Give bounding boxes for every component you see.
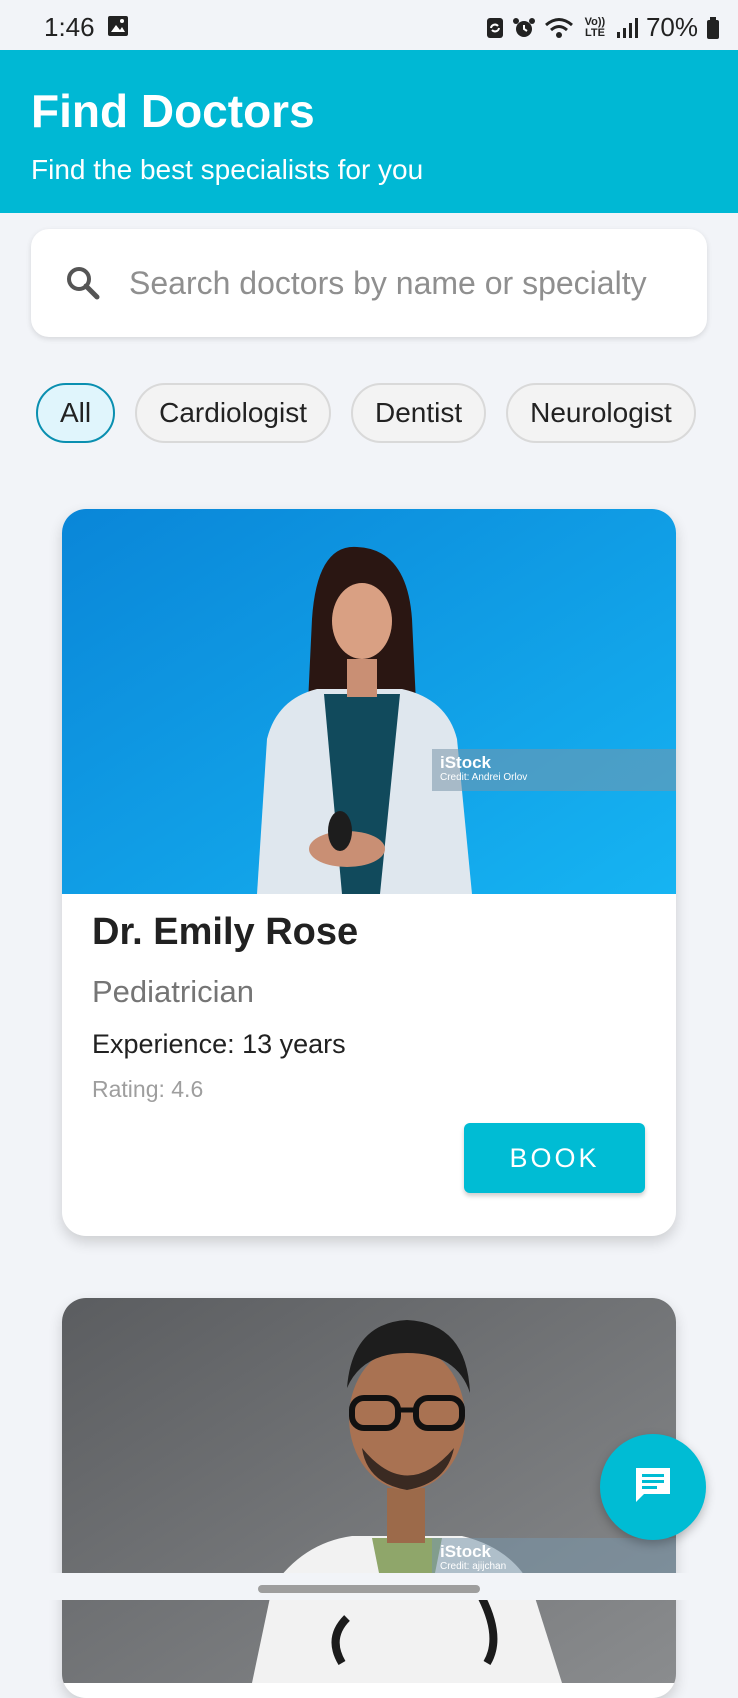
search-icon bbox=[63, 263, 103, 303]
status-bar: 1:46 Vo)) LTE 70% bbox=[0, 0, 738, 50]
alarm-icon bbox=[512, 16, 536, 40]
doctor-photo: iStock Credit: ajijchan bbox=[62, 1298, 676, 1683]
page-subtitle: Find the best specialists for you bbox=[31, 154, 424, 185]
battery-percent: 70% bbox=[645, 12, 698, 42]
chip-dentist[interactable]: Dentist bbox=[350, 383, 487, 443]
book-button[interactable]: BOOK bbox=[464, 1123, 645, 1193]
chat-button[interactable] bbox=[600, 1434, 706, 1540]
doctor-photo: iStock Credit: Andrei Orlov bbox=[62, 509, 676, 894]
status-icons: Vo)) LTE 70% bbox=[486, 12, 720, 43]
photo-watermark: iStock Credit: Andrei Orlov bbox=[432, 749, 676, 791]
status-time: 1:46 bbox=[44, 12, 95, 42]
volte-icon: Vo)) LTE bbox=[584, 15, 606, 39]
doctor-name: Dr. Emily Rose bbox=[92, 911, 359, 953]
page-title: Find Doctors bbox=[31, 85, 315, 137]
doctor-specialty: Pediatrician bbox=[92, 974, 254, 1009]
doctor-experience: Experience: 13 years bbox=[92, 1029, 346, 1059]
search-bar[interactable] bbox=[31, 229, 707, 337]
specialty-filter-chips: All Cardiologist Dentist Neurologist bbox=[36, 383, 707, 447]
signal-icon bbox=[616, 17, 638, 39]
sync-icon bbox=[486, 16, 504, 40]
chip-cardiologist[interactable]: Cardiologist bbox=[135, 383, 331, 443]
doctor-card[interactable]: iStock Credit: Andrei Orlov Dr. Emily Ro… bbox=[62, 509, 676, 1236]
chip-all[interactable]: All bbox=[36, 383, 116, 443]
doctor-card[interactable]: iStock Credit: ajijchan bbox=[62, 1298, 676, 1698]
search-input[interactable] bbox=[129, 264, 689, 302]
system-nav-bar bbox=[0, 1573, 738, 1600]
battery-icon bbox=[706, 16, 720, 40]
home-indicator[interactable] bbox=[258, 1585, 480, 1593]
wifi-icon bbox=[544, 16, 574, 40]
app-header: Find Doctors Find the best specialists f… bbox=[0, 50, 738, 213]
doctor-rating: Rating: 4.6 bbox=[92, 1076, 204, 1102]
chat-icon bbox=[632, 1464, 674, 1511]
gallery-icon bbox=[107, 15, 129, 42]
chip-neurologist[interactable]: Neurologist bbox=[506, 383, 696, 443]
